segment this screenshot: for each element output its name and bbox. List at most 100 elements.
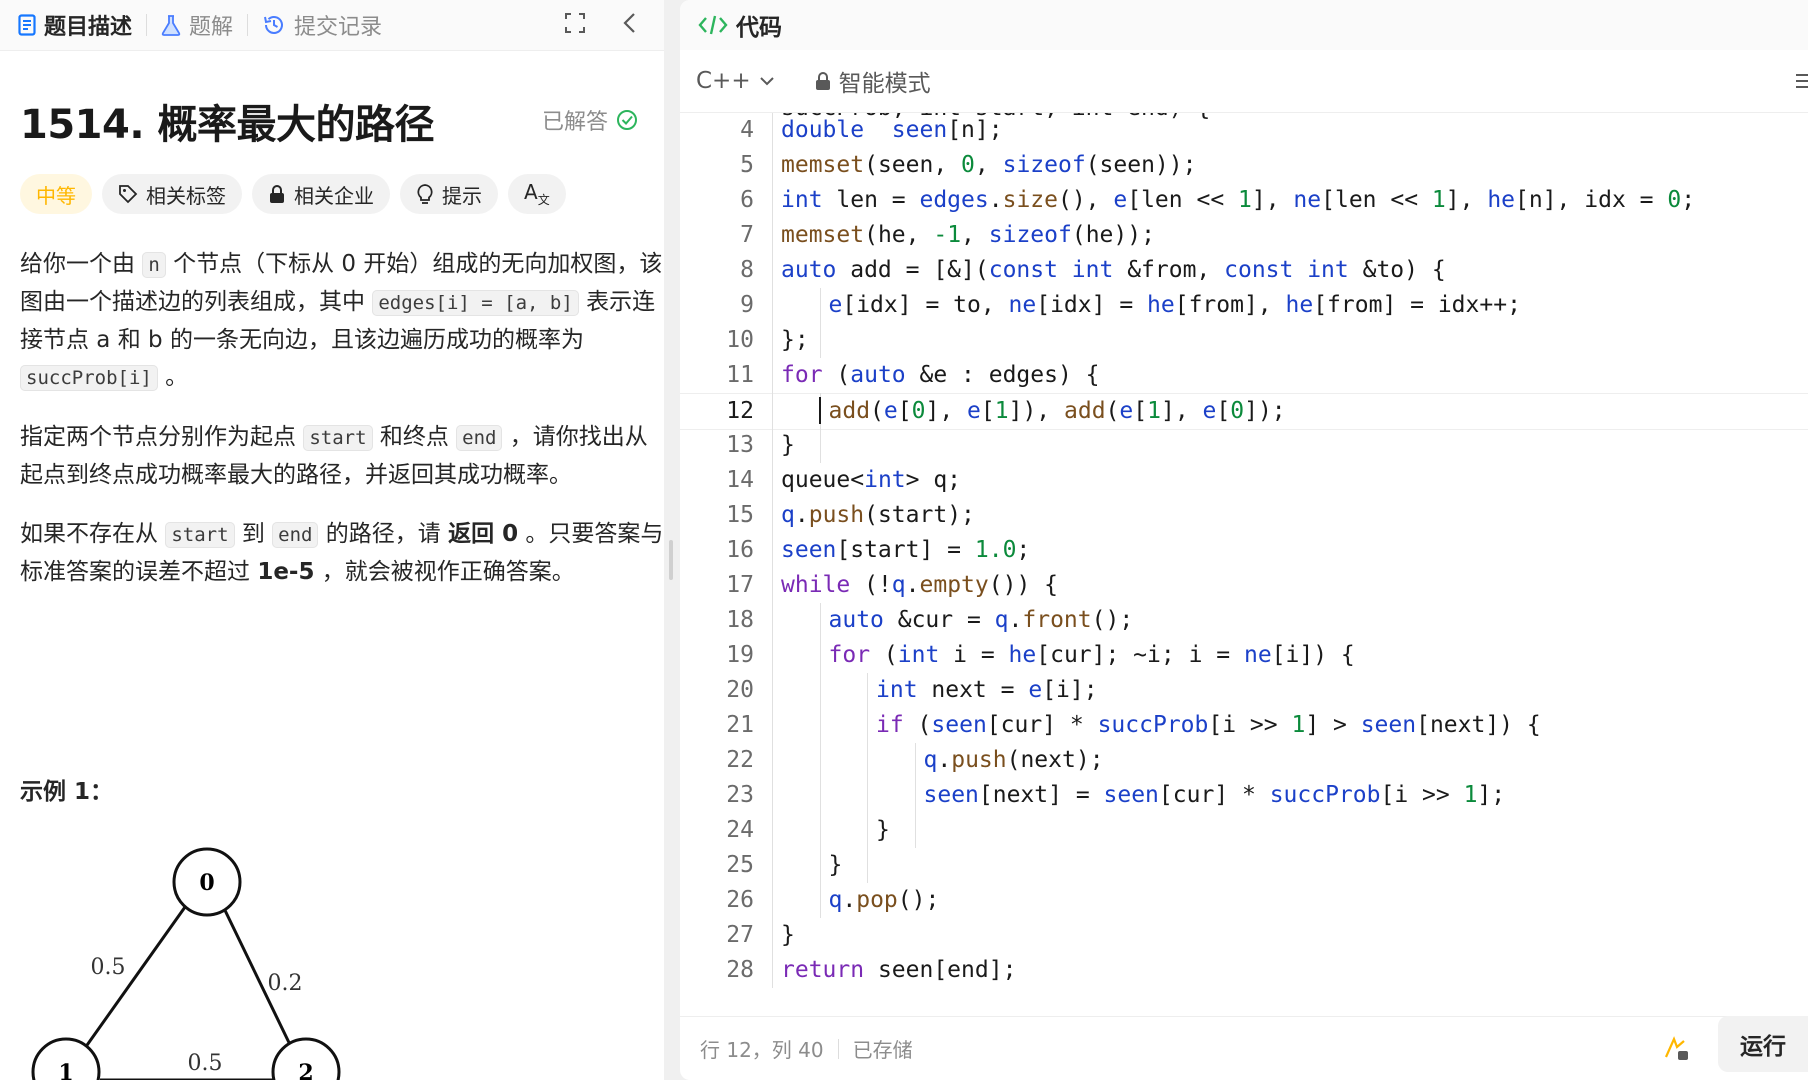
code-token: queue< bbox=[781, 467, 865, 493]
menu-icon[interactable] bbox=[1794, 71, 1808, 91]
code-token: int bbox=[876, 677, 918, 703]
code-line[interactable]: 15 q.push(start); bbox=[680, 498, 1808, 533]
desc-text: 的路径，请 bbox=[318, 521, 449, 547]
graph-node-label: 1 bbox=[58, 1060, 73, 1080]
code-line[interactable]: 8 auto add = [&](const int &from, const i… bbox=[680, 253, 1808, 288]
code-text: seen[next] = seen[cur] * succProb[i >> 1… bbox=[924, 778, 1506, 813]
code-token: (he)); bbox=[1071, 222, 1155, 248]
code-line[interactable]: 19 for (int i = he[cur]; ~i; i = ne[i]) { bbox=[680, 638, 1808, 673]
document-icon bbox=[18, 14, 36, 36]
code-text: memset(seen, 0, sizeof(seen)); bbox=[781, 148, 1196, 183]
tab-solutions[interactable]: 题解 bbox=[161, 9, 233, 41]
code-text: return seen[end]; bbox=[781, 953, 1016, 988]
code-token: size bbox=[1002, 187, 1058, 213]
code-token: . bbox=[842, 887, 857, 913]
indent-guide bbox=[867, 673, 868, 883]
ai-assist-icon[interactable] bbox=[1662, 1035, 1690, 1063]
code-text: q.push(start); bbox=[781, 498, 975, 533]
line-number: 10 bbox=[726, 327, 754, 353]
code-line[interactable]: 18 auto &cur = q.front(); bbox=[680, 603, 1808, 638]
code-line[interactable]: 13} bbox=[680, 428, 1808, 463]
related-tags-button[interactable]: 相关标签 bbox=[102, 174, 242, 214]
code-line[interactable]: 12 add(e[0], e[1]), add(e[1], e[0]); bbox=[680, 393, 1808, 430]
code-token: memset bbox=[781, 152, 865, 178]
tab-description[interactable]: 题目描述 bbox=[18, 9, 132, 41]
code-line[interactable]: 22 q.push(next); bbox=[680, 743, 1808, 778]
code-token: 1 bbox=[1147, 398, 1161, 424]
code-line[interactable]: 21 if (seen[cur] * succProb[i >> 1] > see… bbox=[680, 708, 1808, 743]
hint-button[interactable]: 提示 bbox=[400, 174, 498, 214]
code-token: pop bbox=[856, 887, 898, 913]
collapse-left-icon[interactable] bbox=[622, 12, 638, 34]
code-token: seen bbox=[781, 537, 837, 563]
code-token: 0 bbox=[961, 152, 975, 178]
code-editor[interactable]: succProb, int start, int end) { 4double … bbox=[680, 113, 1808, 993]
code-line[interactable]: 26 q.pop(); bbox=[680, 883, 1808, 918]
code-line[interactable]: 7 memset(he, -1, sizeof(he)); bbox=[680, 218, 1808, 253]
code-line[interactable]: 6 int len = edges.size(), e[len << 1], ne… bbox=[680, 183, 1808, 218]
code-token: push bbox=[808, 502, 865, 528]
code-text: q.push(next); bbox=[924, 743, 1104, 778]
status-separator bbox=[837, 1038, 839, 1059]
code-line[interactable]: 17 while (!q.empty()) { bbox=[680, 568, 1808, 603]
code-line[interactable]: 4 double seen[n]; bbox=[680, 113, 1808, 148]
code-line[interactable]: 27} bbox=[680, 918, 1808, 953]
code-token: e bbox=[883, 398, 898, 424]
line-number: 19 bbox=[726, 642, 754, 668]
resizer-grip[interactable] bbox=[669, 540, 673, 580]
translate-button[interactable]: A文 bbox=[508, 174, 566, 214]
smart-mode-toggle[interactable]: 智能模式 bbox=[815, 64, 931, 98]
code-line[interactable]: 11 for (auto &e : edges) { bbox=[680, 358, 1808, 393]
code-token: double bbox=[781, 117, 865, 143]
code-text: } bbox=[876, 813, 890, 848]
related-companies-button[interactable]: 相关企业 bbox=[252, 174, 390, 214]
code-token: (), bbox=[1057, 187, 1114, 213]
desc-text: 给你一个由 bbox=[20, 251, 143, 277]
code-line[interactable]: 24} bbox=[680, 813, 1808, 848]
code-token: , bbox=[974, 152, 1003, 178]
history-icon bbox=[264, 16, 284, 34]
code-line[interactable]: 14 queue<int> q; bbox=[680, 463, 1808, 498]
code-token: 0 bbox=[1230, 398, 1245, 424]
code-token: auto bbox=[781, 257, 837, 283]
code-line[interactable]: 23 seen[next] = seen[cur] * succProb[i >>… bbox=[680, 778, 1808, 813]
code-line[interactable]: 16 seen[start] = 1.0; bbox=[680, 533, 1808, 568]
solved-status: 已解答 bbox=[542, 104, 638, 136]
code-token: . bbox=[937, 747, 952, 773]
tab-submissions[interactable]: 提交记录 bbox=[262, 9, 382, 41]
run-button[interactable]: 运行 bbox=[1718, 1016, 1808, 1072]
code-line[interactable]: 20 int next = e[i]; bbox=[680, 673, 1808, 708]
code-text: for (auto &e : edges) { bbox=[781, 358, 1100, 393]
tab-submissions-label: 提交记录 bbox=[294, 15, 383, 40]
code-token: (seen, bbox=[864, 152, 962, 178]
code-text: e[idx] = to, ne[idx] = he[from], he[from… bbox=[829, 288, 1521, 323]
code-token: ne bbox=[1243, 642, 1272, 668]
code-token: }; bbox=[781, 327, 809, 353]
code-token: ()) { bbox=[988, 572, 1059, 598]
code-token: he bbox=[1285, 292, 1314, 318]
editor-status-bar: 行 12，列 40 已存储 bbox=[680, 1016, 1808, 1080]
flask-icon bbox=[161, 15, 181, 36]
code-token: [ bbox=[1216, 398, 1231, 424]
code-token: [next] = bbox=[978, 782, 1104, 808]
desc-text: 和终点 bbox=[372, 424, 457, 450]
code-token: (seen)); bbox=[1085, 152, 1197, 178]
code-token: seen bbox=[923, 782, 979, 808]
language-select[interactable]: C++ bbox=[696, 68, 775, 94]
code-line[interactable]: 25} bbox=[680, 848, 1808, 883]
code-line[interactable]: 10}; bbox=[680, 323, 1808, 358]
code-token: [ bbox=[980, 398, 995, 424]
code-line[interactable]: 28 return seen[end]; bbox=[680, 953, 1808, 988]
code-token: [next]) { bbox=[1416, 712, 1541, 738]
desc-paragraph-3: 如果不存在从 start 到 end 的路径，请 返回 0 。只要答案与标准答案… bbox=[20, 516, 664, 591]
panel-resizer[interactable] bbox=[664, 0, 680, 1080]
code-token: seen bbox=[931, 712, 987, 738]
code-token: } bbox=[876, 817, 890, 843]
code-token: 1 bbox=[994, 398, 1009, 424]
check-circle-icon bbox=[617, 110, 638, 130]
code-token: 1.0 bbox=[974, 537, 1017, 563]
fullscreen-icon[interactable] bbox=[564, 12, 586, 34]
desc-text: 如果不存在从 bbox=[20, 521, 166, 547]
code-line[interactable]: 5 memset(seen, 0, sizeof(seen)); bbox=[680, 148, 1808, 183]
code-line[interactable]: 9 e[idx] = to, ne[idx] = he[from], he[fro… bbox=[680, 288, 1808, 323]
